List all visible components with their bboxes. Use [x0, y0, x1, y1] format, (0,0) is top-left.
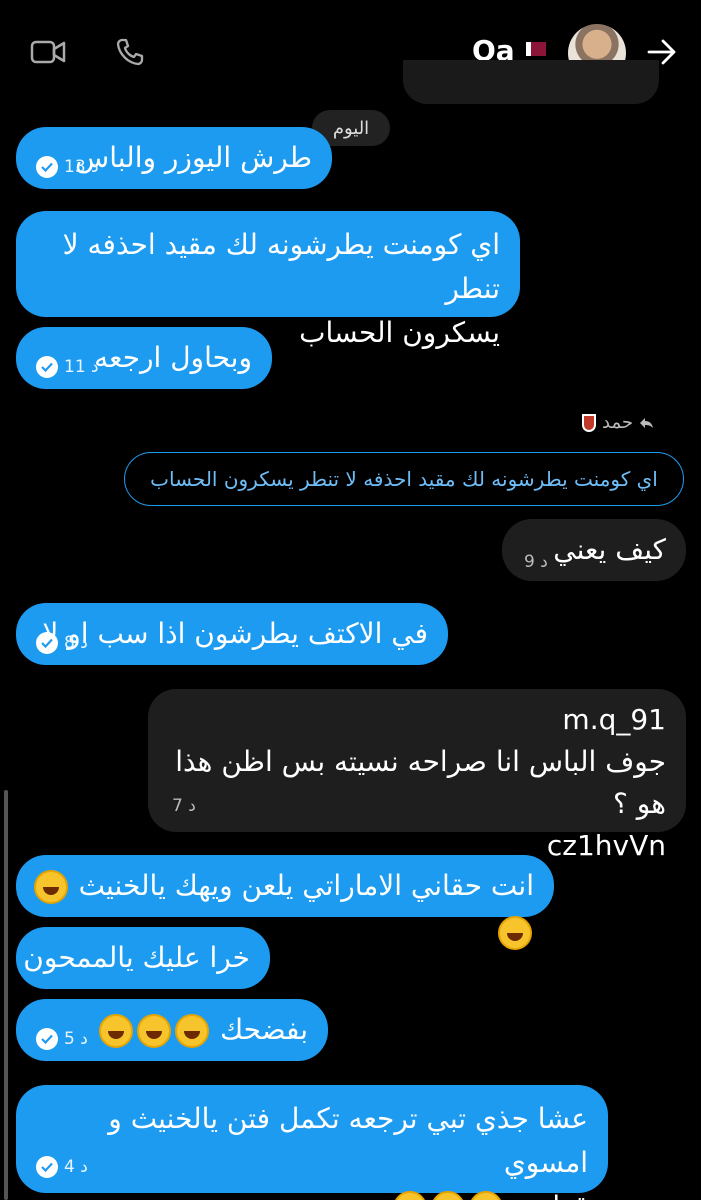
- message-text-line: جوف الباس انا صراحه نسيته بس اظن هذا هو …: [175, 745, 666, 820]
- message-text: طرش اليوزر والباس: [75, 141, 312, 174]
- message-text: خرا عليك يالممحون: [23, 941, 250, 974]
- message-meta: 4 د: [36, 1156, 88, 1178]
- phone-icon[interactable]: [108, 30, 152, 74]
- scrollbar[interactable]: [4, 790, 8, 1200]
- message-text-line: عشا جذي تبي ترجعه تكمل فتن يالخنيث و امس…: [108, 1102, 588, 1179]
- laughing-emoji-icon: [99, 1014, 134, 1048]
- reply-to-name: حمد: [602, 412, 633, 433]
- message-meta: 11 د: [36, 356, 99, 378]
- read-check-icon: [36, 156, 58, 178]
- message-text-line-2: قطري: [16, 1185, 588, 1200]
- laughing-emoji-icon: [469, 1191, 504, 1200]
- message-meta: 13 د: [36, 156, 99, 178]
- message-meta: 7 د: [172, 796, 196, 816]
- message-meta: 9 د: [524, 552, 548, 572]
- message-bubble[interactable]: اي كومنت يطرشونه لك مقيد احذفه لا تنطر ي…: [16, 211, 520, 349]
- laughing-emoji-icon: [498, 916, 532, 950]
- message-time: 5 د: [64, 1029, 88, 1049]
- message-text-line: m.q_91: [562, 703, 666, 736]
- message-time: 11 د: [64, 357, 99, 377]
- message-text: انت حقاني الاماراتي يلعن ويهك يالخنيث: [78, 869, 534, 902]
- video-camera-icon[interactable]: [26, 30, 70, 74]
- quoted-message[interactable]: اي كومنت يطرشونه لك مقيد احذفه لا تنطر ي…: [124, 452, 684, 506]
- laughing-emoji-icon: [431, 1191, 466, 1200]
- message-meta: 8 د: [36, 632, 88, 654]
- message-text: في الاكتف يطرشون اذا سب او لا: [42, 617, 428, 650]
- message-text-line: اي كومنت يطرشونه لك مقيد احذفه لا تنطر: [62, 228, 500, 305]
- message-time: 9 د: [524, 552, 548, 572]
- message-text: وبحاول ارجعه: [94, 341, 252, 374]
- message-text: كيف يعني: [553, 533, 666, 566]
- message-bubble[interactable]: انت حقاني الاماراتي يلعن ويهك يالخنيث: [16, 855, 554, 950]
- message-time: 4 د: [64, 1157, 88, 1177]
- chat-header: Qa: [0, 0, 701, 104]
- previous-message-bubble: [403, 60, 659, 104]
- read-check-icon: [36, 1028, 58, 1050]
- reply-arrow-icon: [639, 417, 653, 428]
- message-text: قطري: [514, 1190, 588, 1200]
- message-time: 13 د: [64, 157, 99, 177]
- message-bubble[interactable]: خرا عليك يالممحون: [16, 927, 270, 989]
- reply-label: حمد: [582, 412, 655, 433]
- read-check-icon: [36, 1156, 58, 1178]
- message-time: 8 د: [64, 633, 88, 653]
- message-time: 7 د: [172, 796, 196, 816]
- laughing-emoji-icon: [393, 1191, 428, 1200]
- laughing-emoji-icon: [137, 1014, 172, 1048]
- shield-emoji-icon: [582, 413, 596, 432]
- qatar-flag-icon: [526, 42, 546, 56]
- message-bubble[interactable]: عشا جذي تبي ترجعه تكمل فتن يالخنيث و امس…: [16, 1085, 608, 1200]
- laughing-emoji-icon: [175, 1014, 210, 1048]
- read-check-icon: [36, 632, 58, 654]
- laughing-emoji-icon: [33, 870, 68, 904]
- message-meta: 5 د: [36, 1028, 88, 1050]
- message-bubble[interactable]: m.q_91 جوف الباس انا صراحه نسيته بس اظن …: [148, 689, 686, 862]
- read-check-icon: [36, 356, 58, 378]
- message-text: بفضحك: [220, 1013, 308, 1046]
